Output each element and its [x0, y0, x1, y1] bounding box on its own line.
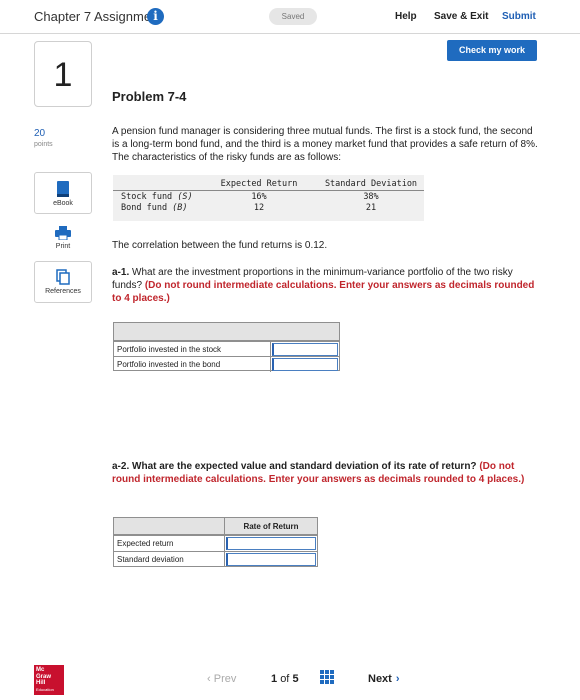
print-button[interactable]: Print — [34, 226, 92, 250]
references-label: References — [45, 288, 81, 295]
stock-proportion-input[interactable] — [272, 343, 338, 356]
a2-label: a-2. — [112, 461, 130, 472]
col-header-rate-of-return: Rate of Return — [243, 522, 299, 531]
table-row: Stock fund (S) 16% 38% — [113, 192, 424, 203]
row-label-std-dev: Standard deviation — [114, 552, 225, 567]
question-a2: a-2. What are the expected value and sta… — [112, 460, 540, 486]
printer-icon — [55, 226, 71, 240]
check-my-work-button[interactable]: Check my work — [447, 40, 537, 61]
table-header-row: Expected Return Standard Deviation — [113, 179, 424, 191]
table-row: Standard deviation — [114, 551, 317, 567]
fund-name: Bond fund (B) — [121, 203, 188, 213]
submit-link[interactable]: Submit — [502, 11, 536, 22]
col-header-std-dev: Standard Deviation — [324, 179, 418, 189]
a2-answer-table: Rate of Return Expected return Standard … — [113, 517, 318, 567]
row-label-stock: Portfolio invested in the stock — [114, 342, 271, 357]
fund-characteristics-table: Expected Return Standard Deviation Stock… — [113, 175, 424, 221]
a2-text: What are the expected value and standard… — [132, 461, 477, 472]
expected-return-input[interactable] — [226, 537, 316, 550]
points-value: 20 — [34, 128, 46, 139]
next-button[interactable]: Next › — [368, 673, 400, 685]
table-row: Portfolio invested in the bond — [114, 356, 339, 372]
col-header-expected-return: Expected Return — [220, 179, 298, 189]
question-number: 1 — [53, 56, 73, 94]
top-bar: Chapter 7 Assignment i Saved Help Save &… — [0, 0, 580, 34]
chevron-right-icon: › — [395, 673, 400, 685]
a1-table-header — [114, 323, 339, 341]
table-row: Bond fund (B) 12 21 — [113, 203, 424, 214]
save-exit-link[interactable]: Save & Exit — [434, 11, 488, 22]
page-of: of — [280, 673, 290, 685]
documents-icon — [56, 269, 70, 285]
a1-label: a-1. — [112, 267, 130, 278]
question-number-box: 1 — [34, 41, 92, 107]
problem-title: Problem 7-4 — [112, 89, 187, 104]
print-label: Print — [55, 243, 71, 250]
ebook-button[interactable]: eBook — [34, 172, 92, 214]
a1-instruction: (Do not round intermediate calculations.… — [112, 280, 535, 304]
mcgraw-hill-logo: Mc Graw Hill Education — [34, 665, 64, 695]
page-indicator: 1 of 5 — [271, 673, 299, 685]
help-link[interactable]: Help — [395, 11, 417, 22]
ebook-label: eBook — [53, 200, 73, 207]
grid-view-icon[interactable] — [320, 670, 334, 684]
fund-name: Stock fund (S) — [121, 192, 193, 202]
table-row: Portfolio invested in the stock — [114, 341, 339, 357]
table-row: Expected return — [114, 535, 317, 551]
prev-button[interactable]: ‹ Prev — [207, 673, 236, 685]
row-label-expected-return: Expected return — [114, 536, 225, 551]
correlation-text: The correlation between the fund returns… — [112, 240, 328, 251]
question-a1: a-1. What are the investment proportions… — [112, 266, 540, 305]
saved-status-badge: Saved — [269, 8, 317, 25]
points-label: points — [34, 141, 53, 148]
references-button[interactable]: References — [34, 261, 92, 303]
std-dev-value: 38% — [363, 192, 379, 202]
bond-proportion-input[interactable] — [272, 358, 338, 371]
row-label-bond: Portfolio invested in the bond — [114, 357, 271, 372]
std-dev-value: 21 — [365, 203, 377, 213]
problem-intro: A pension fund manager is considering th… — [112, 126, 538, 163]
page-total: 5 — [292, 673, 299, 685]
expected-return-value: 16% — [251, 192, 267, 202]
book-icon — [57, 181, 69, 197]
page-current: 1 — [271, 673, 278, 685]
a2-table-header: Rate of Return — [114, 518, 317, 535]
expected-return-value: 12 — [253, 203, 265, 213]
assignment-title: Chapter 7 Assignment — [34, 9, 162, 24]
std-dev-input[interactable] — [226, 553, 316, 566]
info-icon[interactable]: i — [147, 8, 164, 25]
a1-answer-table: Portfolio invested in the stock Portfoli… — [113, 322, 340, 372]
